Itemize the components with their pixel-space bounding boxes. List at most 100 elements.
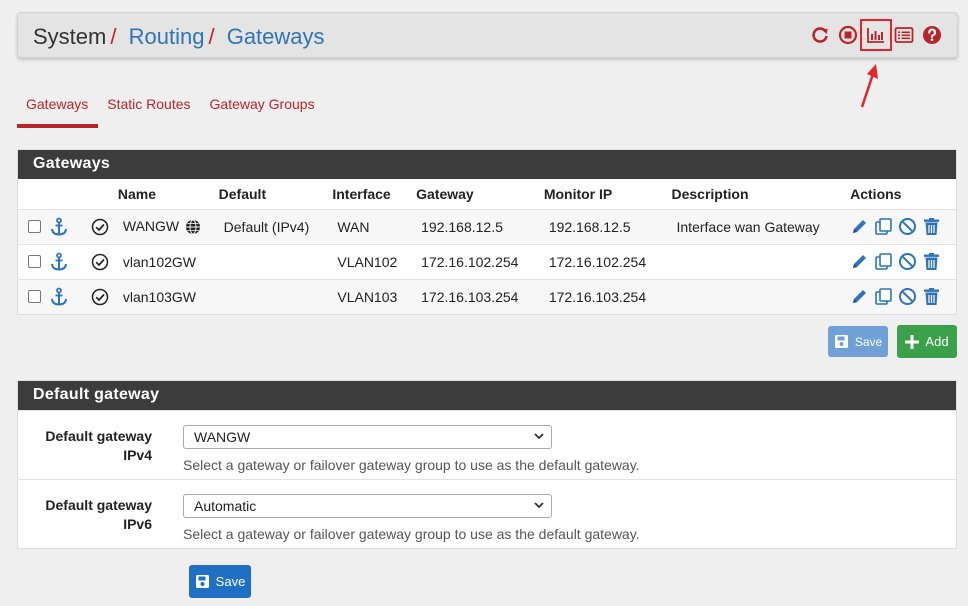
gateway-default: Default (IPv4) — [218, 208, 333, 244]
breadcrumb-gateways[interactable]: Gateways — [227, 24, 325, 49]
table-row: vlan102GW VLAN102 172.16.102.254 172.16.… — [18, 243, 956, 279]
reload-icon[interactable] — [809, 24, 831, 46]
tab-gateway-groups[interactable]: Gateway Groups — [201, 86, 325, 128]
annotation-arrow-icon — [860, 64, 878, 108]
gateway-name: WANGW — [122, 217, 180, 234]
breadcrumb-separator: / — [208, 24, 215, 49]
gateway-default — [218, 243, 333, 279]
anchor-icon[interactable] — [49, 217, 69, 237]
floppy-disk-icon — [834, 335, 848, 348]
label-line: Default gateway — [45, 497, 152, 513]
help-icon[interactable] — [921, 24, 943, 46]
gateway-interface: WAN — [332, 208, 417, 244]
default-gateway-ipv4-help: Select a gateway or failover gateway gro… — [183, 457, 640, 473]
default-gateway-ipv4-label: Default gateway IPv4 — [12, 427, 152, 465]
gateway-address: 172.16.102.254 — [416, 243, 544, 279]
default-gateway-ipv6-select[interactable]: Automatic — [183, 494, 552, 518]
delete-trash-icon[interactable] — [922, 287, 941, 306]
gateway-monitor-ip: 172.16.102.254 — [543, 243, 672, 279]
chevron-down-icon — [534, 502, 544, 509]
page-header: System / Routing / Gateways — [17, 12, 958, 58]
save-button-label: Save — [854, 334, 883, 349]
add-button-label: Add — [925, 334, 949, 349]
edit-pencil-icon[interactable] — [850, 252, 869, 271]
header-icons — [809, 19, 943, 51]
log-icon[interactable] — [893, 24, 915, 46]
default-gateway-panel: Default gateway Default gateway IPv4 WAN… — [17, 380, 957, 549]
anchor-icon[interactable] — [49, 287, 69, 307]
column-header-actions: Actions — [850, 185, 902, 202]
gateway-default — [218, 278, 333, 314]
gateway-monitor-ip: 192.168.12.5 — [543, 208, 672, 244]
chevron-down-icon — [534, 433, 544, 440]
table-header-row: Name Default Interface Gateway Monitor I… — [18, 179, 956, 209]
gateway-interface: VLAN103 — [332, 278, 417, 314]
column-header-gateway: Gateway — [416, 185, 474, 202]
table-row: WANGW Default (IPv4) WAN 192.168.12.5 19… — [18, 208, 956, 244]
plus-icon — [905, 334, 920, 349]
gateway-name: vlan103GW — [117, 278, 219, 314]
chart-icon[interactable] — [860, 19, 892, 51]
default-gateway-ipv6-row: Default gateway IPv6 Automatic Select a … — [18, 479, 956, 548]
copy-icon[interactable] — [874, 287, 893, 306]
tab-bar: Gateways Static Routes Gateway Groups — [17, 86, 325, 128]
tab-static-routes[interactable]: Static Routes — [98, 86, 200, 128]
stop-icon[interactable] — [837, 24, 859, 46]
label-line: Default gateway — [45, 428, 152, 444]
row-actions — [850, 278, 956, 314]
table-row: vlan103GW VLAN103 172.16.103.254 172.16.… — [18, 278, 956, 314]
gateway-description — [671, 278, 851, 314]
gateways-panel-title: Gateways — [18, 150, 956, 179]
row-actions — [850, 243, 956, 279]
breadcrumb-system: System — [33, 24, 107, 49]
save-default-gateway-button[interactable]: Save — [189, 565, 251, 598]
column-header-monitor-ip: Monitor IP — [543, 185, 613, 202]
select-value: Automatic — [194, 498, 257, 514]
enabled-check-icon — [91, 218, 109, 235]
breadcrumb: System / Routing / Gateways — [33, 24, 325, 50]
copy-icon[interactable] — [874, 217, 893, 236]
delete-trash-icon[interactable] — [922, 217, 941, 236]
row-checkbox[interactable] — [28, 290, 41, 304]
copy-icon[interactable] — [874, 252, 893, 271]
select-value: WANGW — [194, 429, 251, 445]
row-checkbox[interactable] — [28, 220, 41, 233]
gateway-monitor-ip: 172.16.103.254 — [543, 278, 672, 314]
default-gateway-panel-title: Default gateway — [18, 381, 956, 410]
tab-gateways[interactable]: Gateways — [17, 86, 99, 128]
row-checkbox[interactable] — [28, 255, 41, 268]
default-gateway-ipv6-help: Select a gateway or failover gateway gro… — [183, 526, 640, 542]
edit-pencil-icon[interactable] — [850, 287, 869, 306]
globe-icon — [186, 219, 201, 235]
disable-icon[interactable] — [898, 287, 917, 306]
column-header-name: Name — [117, 185, 157, 202]
gateways-panel: Gateways Name Default Interface Gateway … — [17, 149, 957, 315]
save-button-label: Save — [215, 574, 246, 589]
gateway-address: 192.168.12.5 — [416, 208, 544, 244]
edit-pencil-icon[interactable] — [850, 217, 869, 236]
label-line: IPv4 — [123, 447, 152, 463]
row-actions — [850, 208, 956, 244]
column-header-interface: Interface — [332, 185, 391, 202]
breadcrumb-separator: / — [110, 24, 117, 49]
gateway-description — [671, 243, 851, 279]
enabled-check-icon — [91, 288, 109, 305]
gateways-table: Name Default Interface Gateway Monitor I… — [18, 179, 956, 314]
add-button[interactable]: Add — [897, 325, 957, 358]
disable-icon[interactable] — [898, 217, 917, 236]
gateway-description: Interface wan Gateway — [671, 208, 851, 244]
gateway-name: vlan102GW — [117, 243, 219, 279]
default-gateway-ipv4-select[interactable]: WANGW — [183, 425, 552, 449]
disable-icon[interactable] — [898, 252, 917, 271]
column-header-description: Description — [671, 185, 749, 202]
breadcrumb-routing[interactable]: Routing — [129, 24, 205, 49]
gateway-address: 172.16.103.254 — [416, 278, 544, 314]
default-gateway-ipv4-row: Default gateway IPv4 WANGW Select a gate… — [18, 410, 956, 479]
delete-trash-icon[interactable] — [922, 252, 941, 271]
label-line: IPv6 — [123, 516, 152, 532]
enabled-check-icon — [91, 253, 109, 270]
save-button[interactable]: Save — [828, 326, 888, 357]
anchor-icon[interactable] — [49, 252, 69, 272]
default-gateway-ipv6-label: Default gateway IPv6 — [12, 496, 152, 534]
column-header-default: Default — [218, 185, 267, 202]
